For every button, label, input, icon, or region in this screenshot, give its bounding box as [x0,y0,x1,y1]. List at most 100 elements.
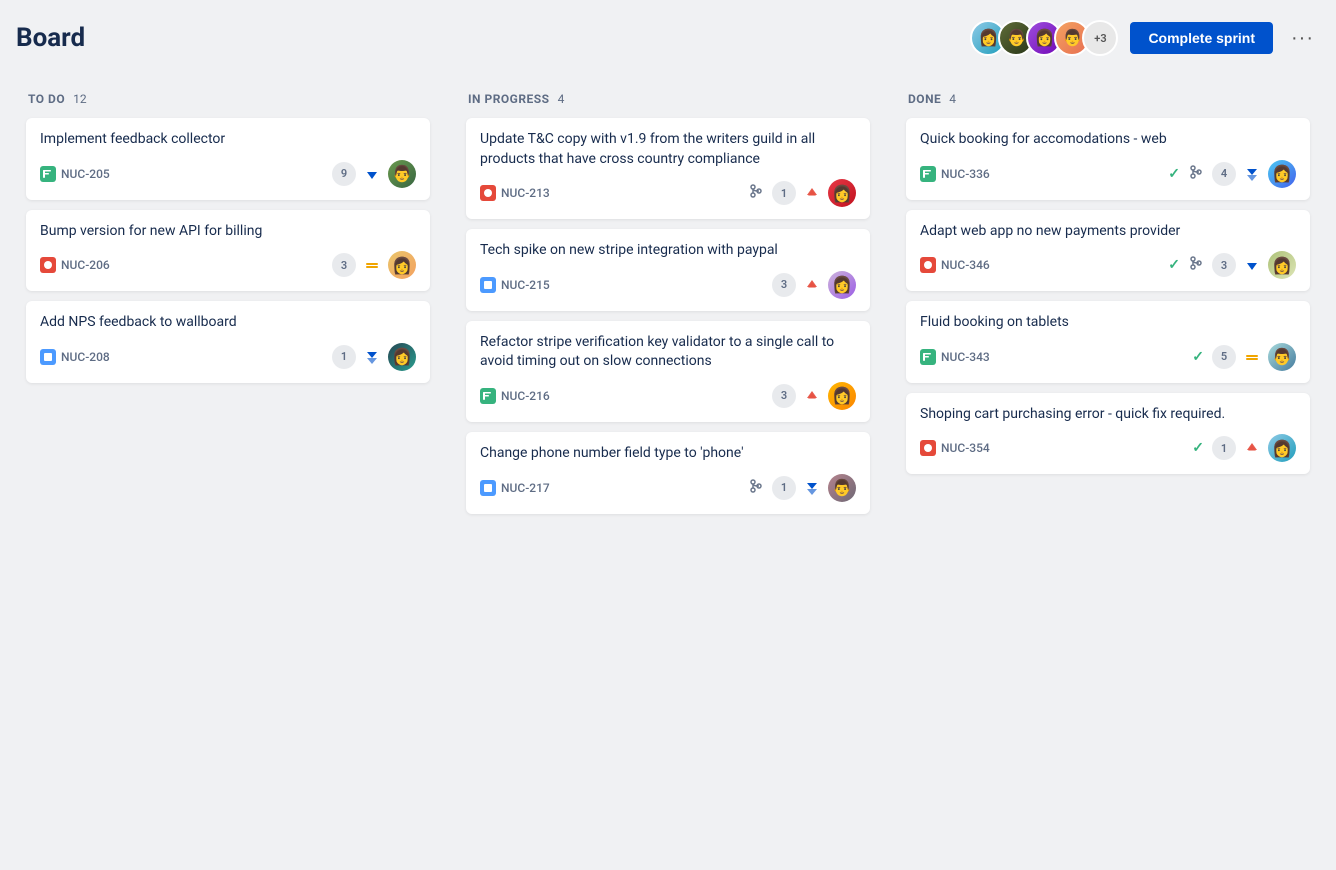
story-points: 3 [772,384,796,408]
card-title: Fluid booking on tablets [920,313,1296,333]
priority-icon [804,277,820,293]
card-footer: NUC-213 1 👩 [480,179,856,207]
priority-icon [804,185,820,201]
story-points: 1 [332,345,356,369]
page-title: Board [16,23,85,53]
story-points: 3 [772,273,796,297]
issue-icon [920,440,936,456]
assignee-avatar: 👩 [1268,160,1296,188]
assignee-avatar: 👩 [828,382,856,410]
issue-id: NUC-216 [501,389,550,403]
card[interactable]: Quick booking for accomodations - web NU… [906,118,1310,200]
card-title: Adapt web app no new payments provider [920,222,1296,242]
branch-icon [1188,255,1204,275]
complete-sprint-button[interactable]: Complete sprint [1130,22,1273,54]
card-footer: NUC-217 1 👨 [480,474,856,502]
card[interactable]: Bump version for new API for billing NUC… [26,210,430,292]
column-title: DONE [908,92,941,106]
priority-icon [804,388,820,404]
column-count: 12 [73,92,87,106]
card-footer: NUC-205 9 👨 [40,160,416,188]
story-points: 1 [1212,436,1236,460]
priority-icon [364,166,380,182]
check-icon: ✓ [1192,349,1204,365]
issue-tag: NUC-354 [920,440,990,456]
story-points: 3 [1212,253,1236,277]
story-points: 3 [332,253,356,277]
priority-icon [804,480,820,496]
card[interactable]: Add NPS feedback to wallboard NUC-208 1 [26,301,430,383]
assignee-avatar: 👩 [828,179,856,207]
issue-icon [480,277,496,293]
check-icon: ✓ [1168,257,1180,273]
issue-icon [40,257,56,273]
issue-icon [480,388,496,404]
card[interactable]: Change phone number field type to 'phone… [466,432,870,514]
story-points: 9 [332,162,356,186]
card-title: Shoping cart purchasing error - quick fi… [920,405,1296,425]
story-points: 1 [772,181,796,205]
card[interactable]: Refactor stripe verification key validat… [466,321,870,422]
issue-tag: NUC-346 [920,257,990,273]
issue-icon [40,349,56,365]
issue-icon [480,480,496,496]
column-count: 4 [558,92,565,106]
column-inprogress: IN PROGRESS 4 Update T&C copy with v1.9 … [456,80,880,536]
assignee-avatar: 👩 [388,251,416,279]
card-title: Update T&C copy with v1.9 from the write… [480,130,856,169]
card-footer: NUC-206 3 👩 [40,251,416,279]
avatar-more[interactable]: +3 [1082,20,1118,56]
card-footer: NUC-216 3 👩 [480,382,856,410]
more-options-button[interactable]: ··· [1285,23,1320,54]
card-title: Quick booking for accomodations - web [920,130,1296,150]
issue-tag: NUC-213 [480,185,550,201]
story-points: 5 [1212,345,1236,369]
assignee-avatar: 👩 [1268,434,1296,462]
issue-id: NUC-336 [941,167,990,181]
issue-tag: NUC-205 [40,166,110,182]
assignee-avatar: 👩 [388,343,416,371]
issue-tag: NUC-217 [480,480,550,496]
card-title: Implement feedback collector [40,130,416,150]
priority-icon [1244,349,1260,365]
branch-icon [1188,164,1204,184]
issue-id: NUC-354 [941,441,990,455]
branch-icon [748,478,764,498]
issue-tag: NUC-206 [40,257,110,273]
card[interactable]: Adapt web app no new payments provider N… [906,210,1310,292]
card-title: Tech spike on new stripe integration wit… [480,241,856,261]
card-footer: NUC-343 ✓ 5 👨 [920,343,1296,371]
card[interactable]: Implement feedback collector NUC-205 9 👨 [26,118,430,200]
issue-tag: NUC-215 [480,277,550,293]
column-header: DONE 4 [906,92,1310,106]
issue-id: NUC-208 [61,350,110,364]
card[interactable]: Fluid booking on tablets NUC-343 ✓ 5 � [906,301,1310,383]
card[interactable]: Shoping cart purchasing error - quick fi… [906,393,1310,475]
card-title: Add NPS feedback to wallboard [40,313,416,333]
column-header: IN PROGRESS 4 [466,92,870,106]
assignee-avatar: 👨 [388,160,416,188]
priority-icon [1244,257,1260,273]
card-footer: NUC-354 ✓ 1 👩 [920,434,1296,462]
column-title: IN PROGRESS [468,92,550,106]
priority-icon [1244,166,1260,182]
board-header: Board 👩 👨 👩 👨 +3 Complete sprint ··· [16,16,1320,60]
issue-id: NUC-343 [941,350,990,364]
team-avatars: 👩 👨 👩 👨 +3 [970,20,1118,56]
card[interactable]: Update T&C copy with v1.9 from the write… [466,118,870,219]
issue-id: NUC-206 [61,258,110,272]
card-footer: NUC-346 ✓ 3 👩 [920,251,1296,279]
issue-tag: NUC-208 [40,349,110,365]
header-actions: 👩 👨 👩 👨 +3 Complete sprint ··· [970,20,1320,56]
card-footer: NUC-215 3 👩 [480,271,856,299]
card-title: Refactor stripe verification key validat… [480,333,856,372]
issue-id: NUC-215 [501,278,550,292]
column-title: TO DO [28,92,65,106]
card-title: Change phone number field type to 'phone… [480,444,856,464]
issue-id: NUC-213 [501,186,550,200]
issue-tag: NUC-343 [920,349,990,365]
assignee-avatar: 👩 [1268,251,1296,279]
check-icon: ✓ [1192,440,1204,456]
issue-icon [40,166,56,182]
card[interactable]: Tech spike on new stripe integration wit… [466,229,870,311]
